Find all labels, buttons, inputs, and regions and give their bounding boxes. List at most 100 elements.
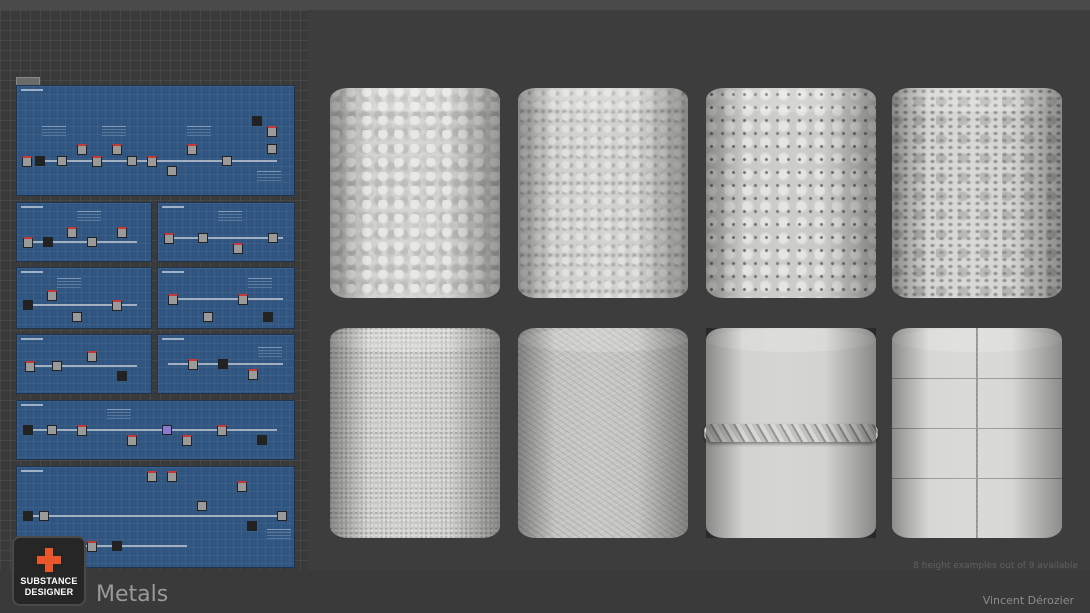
node-graph-panel[interactable]	[0, 10, 308, 570]
graph-node[interactable]	[117, 371, 127, 381]
top-bar	[0, 0, 1090, 10]
graph-node[interactable]	[47, 290, 57, 301]
graph-node[interactable]	[112, 300, 122, 311]
frame-title	[21, 404, 43, 406]
graph-node[interactable]	[23, 511, 33, 521]
graph-frame-4[interactable]	[16, 267, 152, 329]
graph-node[interactable]	[188, 359, 198, 370]
material-preview-cylinder[interactable]	[704, 328, 878, 538]
graph-node[interactable]	[72, 312, 82, 322]
weld-seam	[704, 424, 878, 442]
graph-node[interactable]	[87, 541, 97, 552]
logo-line-2: DESIGNER	[24, 587, 74, 597]
graph-node[interactable]	[167, 471, 177, 482]
graph-node[interactable]	[147, 471, 157, 482]
graph-frame-5[interactable]	[157, 267, 295, 329]
graph-node[interactable]	[248, 369, 258, 380]
graph-frame-7[interactable]	[157, 334, 295, 394]
graph-node[interactable]	[257, 435, 267, 445]
node-wire	[27, 515, 277, 517]
graph-node[interactable]	[147, 156, 157, 167]
substance-designer-logo: SUBSTANCE DESIGNER	[12, 536, 86, 606]
graph-node[interactable]	[92, 156, 102, 167]
material-preview-cylinder[interactable]	[892, 328, 1062, 538]
graph-node[interactable]	[23, 425, 33, 435]
material-preview-cylinder[interactable]	[518, 328, 688, 538]
material-preview-cylinder[interactable]	[892, 88, 1062, 298]
graph-node[interactable]	[268, 233, 278, 243]
graph-node[interactable]	[182, 435, 192, 446]
graph-node[interactable]	[35, 156, 45, 166]
plus-icon	[37, 548, 61, 572]
material-preview-cylinder[interactable]	[518, 88, 688, 298]
node-wire	[168, 237, 283, 239]
graph-node[interactable]	[197, 501, 207, 511]
graph-node[interactable]	[87, 351, 97, 362]
graph-node[interactable]	[187, 144, 197, 155]
graph-node[interactable]	[237, 481, 247, 492]
graph-node[interactable]	[233, 243, 243, 254]
node-wire	[168, 298, 283, 300]
frame-title	[21, 338, 43, 340]
graph-node[interactable]	[112, 144, 122, 155]
graph-frame-1[interactable]	[16, 85, 295, 196]
graph-node[interactable]	[217, 425, 227, 436]
graph-node[interactable]	[162, 425, 172, 435]
graph-node[interactable]	[77, 425, 87, 436]
graph-frame-6[interactable]	[16, 334, 152, 394]
frame-title	[162, 271, 184, 273]
graph-node[interactable]	[218, 359, 228, 369]
node-wire	[27, 365, 137, 367]
graph-node[interactable]	[39, 511, 49, 521]
graph-frame-8[interactable]	[16, 400, 295, 460]
graph-node[interactable]	[23, 300, 33, 310]
frame-title	[162, 338, 184, 340]
graph-node[interactable]	[43, 237, 53, 247]
frame-comment	[267, 529, 291, 530]
graph-node[interactable]	[52, 361, 62, 371]
page-title: Metals	[96, 582, 169, 607]
frame-comment	[102, 126, 126, 127]
graph-node[interactable]	[203, 312, 213, 322]
graph-node[interactable]	[57, 156, 67, 166]
3d-preview-viewport[interactable]	[308, 10, 1090, 570]
frame-title	[21, 271, 43, 273]
graph-node[interactable]	[252, 116, 262, 126]
node-wire	[37, 160, 277, 162]
graph-node[interactable]	[247, 521, 257, 531]
material-preview-cylinder[interactable]	[706, 88, 876, 298]
logo-line-1: SUBSTANCE	[20, 576, 78, 586]
graph-node[interactable]	[222, 156, 232, 166]
graph-node[interactable]	[267, 144, 277, 154]
graph-node[interactable]	[168, 294, 178, 305]
frame-comment	[258, 347, 282, 348]
frame-title	[162, 206, 184, 208]
graph-frame-3[interactable]	[157, 202, 295, 262]
graph-node[interactable]	[22, 156, 32, 167]
graph-node[interactable]	[87, 237, 97, 247]
graph-node[interactable]	[127, 156, 137, 166]
graph-node[interactable]	[167, 166, 177, 176]
graph-node[interactable]	[23, 237, 33, 248]
material-preview-cylinder[interactable]	[330, 328, 500, 538]
graph-node[interactable]	[238, 294, 248, 305]
author-name: Vincent Dérozier	[982, 594, 1074, 607]
frame-title	[21, 470, 43, 472]
material-preview-cylinder[interactable]	[330, 88, 500, 298]
frame-comment	[57, 278, 81, 279]
graph-node[interactable]	[198, 233, 208, 243]
graph-node[interactable]	[117, 227, 127, 238]
graph-frame-2[interactable]	[16, 202, 152, 262]
graph-node[interactable]	[263, 312, 273, 322]
graph-node[interactable]	[25, 361, 35, 372]
frame-comment	[257, 171, 281, 172]
frame-comment	[218, 211, 242, 212]
graph-node[interactable]	[77, 144, 87, 155]
graph-node[interactable]	[164, 233, 174, 244]
graph-node[interactable]	[267, 126, 277, 137]
graph-node[interactable]	[277, 511, 287, 521]
graph-node[interactable]	[47, 425, 57, 435]
graph-node[interactable]	[112, 541, 122, 551]
graph-node[interactable]	[67, 227, 77, 238]
graph-node[interactable]	[127, 435, 137, 446]
